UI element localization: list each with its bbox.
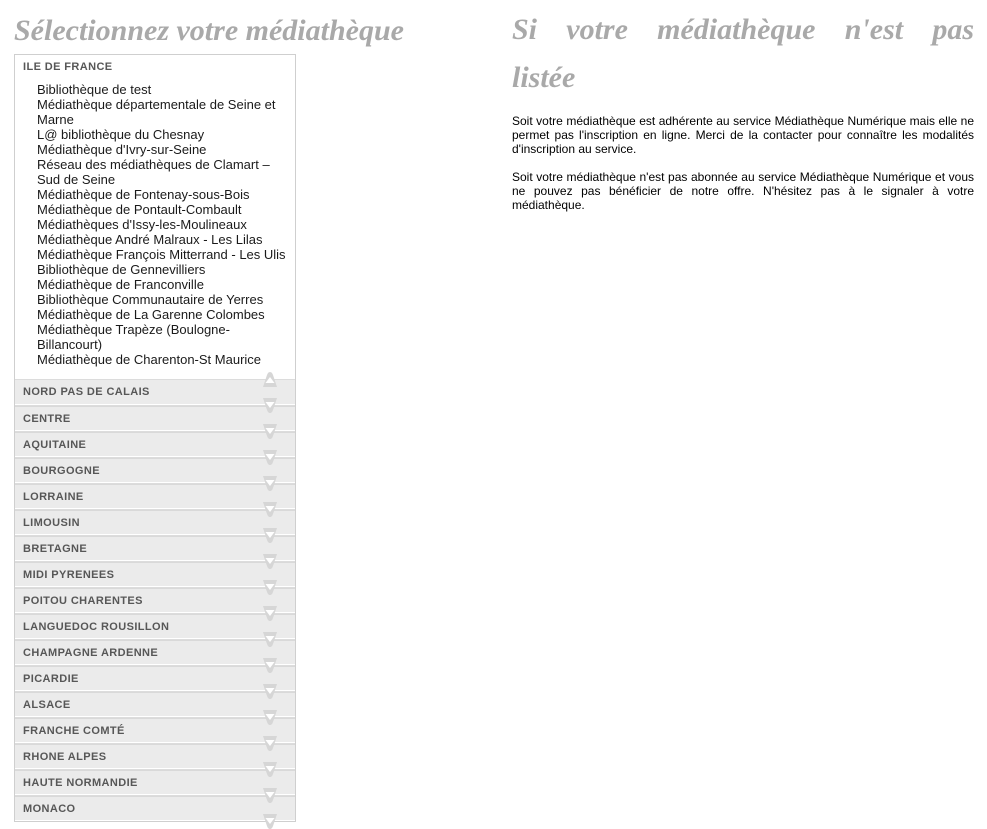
accordion-section-bourgogne: BOURGOGNE	[15, 457, 295, 491]
accordion-section-picardie: PICARDIE	[15, 665, 295, 699]
region-accordion: ILE DE FRANCE Bibliothèque de test Média…	[14, 54, 296, 829]
list-item[interactable]: Bibliothèque de test	[37, 82, 289, 97]
accordion-section-lorraine: LORRAINE	[15, 483, 295, 517]
list-item[interactable]: Médiathèque François Mitterrand - Les Ul…	[37, 247, 289, 262]
page-title-not-listed-line1: Si votre médiathèque n'est pas	[512, 13, 974, 46]
chevron-down-icon[interactable]	[255, 736, 285, 751]
chevron-down-icon[interactable]	[255, 476, 285, 491]
accordion-section-monaco: MONACO	[15, 795, 295, 829]
chevron-down-icon[interactable]	[255, 424, 285, 439]
explanation-paragraph-1: Soit votre médiathèque est adhérente au …	[512, 114, 974, 156]
chevron-up-icon[interactable]	[255, 372, 285, 387]
accordion-header-nord-pas-de-calais[interactable]: NORD PAS DE CALAIS	[15, 380, 295, 405]
page-title-not-listed: Si votre médiathèque n'est pas listée	[512, 0, 974, 102]
library-link[interactable]: Médiathèque François Mitterrand - Les Ul…	[37, 247, 286, 262]
accordion-header-bourgogne[interactable]: BOURGOGNE	[15, 458, 295, 483]
library-link[interactable]: Réseau des médiathèques de Clamart – Sud…	[37, 157, 270, 187]
list-item[interactable]: Médiathèque de La Garenne Colombes	[37, 307, 289, 322]
accordion-section-alsace: ALSACE	[15, 691, 295, 725]
not-listed-explanation: Soit votre médiathèque est adhérente au …	[512, 102, 974, 212]
library-link[interactable]: Médiathèque départementale de Seine et M…	[37, 97, 276, 127]
accordion-section-rhone-alpes: RHONE ALPES	[15, 743, 295, 777]
library-link[interactable]: Médiathèque de Charenton-St Maurice	[37, 352, 261, 367]
chevron-down-icon[interactable]	[255, 814, 285, 829]
list-item[interactable]: Médiathèque d'Ivry-sur-Seine	[37, 142, 289, 157]
accordion-header-centre[interactable]: CENTRE	[15, 406, 295, 431]
list-item[interactable]: Médiathèque André Malraux - Les Lilas	[37, 232, 289, 247]
accordion-section-midi-pyrenees: MIDI PYRENEES	[15, 561, 295, 595]
chevron-down-icon[interactable]	[255, 606, 285, 621]
accordion-section-languedoc-rousillon: LANGUEDOC ROUSILLON	[15, 613, 295, 647]
page-title-select-library: Sélectionnez votre médiathèque	[14, 14, 404, 47]
accordion-body-ile-de-france: Bibliothèque de test Médiathèque départe…	[15, 80, 295, 369]
accordion-section-limousin: LIMOUSIN	[15, 509, 295, 543]
accordion-section-centre: CENTRE	[15, 405, 295, 439]
accordion-header-ile-de-france[interactable]: ILE DE FRANCE	[15, 55, 295, 80]
accordion-section-aquitaine: AQUITAINE	[15, 431, 295, 465]
library-link[interactable]: Bibliothèque de test	[37, 82, 151, 97]
left-column: Sélectionnez votre médiathèque ILE DE FR…	[14, 0, 404, 829]
accordion-header-alsace[interactable]: ALSACE	[15, 692, 295, 717]
chevron-down-icon[interactable]	[255, 710, 285, 725]
accordion-header-midi-pyrenees[interactable]: MIDI PYRENEES	[15, 562, 295, 587]
accordion-header-poitou-charentes[interactable]: POITOU CHARENTES	[15, 588, 295, 613]
accordion-section-nord-pas-de-calais: NORD PAS DE CALAIS	[15, 379, 295, 413]
list-item[interactable]: Médiathèque Trapèze (Boulogne-Billancour…	[37, 322, 289, 352]
accordion-section-haute-normandie: HAUTE NORMANDIE	[15, 769, 295, 803]
library-link[interactable]: Médiathèques d'Issy-les-Moulineaux	[37, 217, 247, 232]
library-link[interactable]: Médiathèque de Fontenay-sous-Bois	[37, 187, 249, 202]
explanation-paragraph-2: Soit votre médiathèque n'est pas abonnée…	[512, 170, 974, 212]
list-item[interactable]: Médiathèque de Pontault-Combault	[37, 202, 289, 217]
page-title-not-listed-line2: listée	[512, 61, 576, 94]
accordion-header-rhone-alpes[interactable]: RHONE ALPES	[15, 744, 295, 769]
chevron-down-icon[interactable]	[255, 632, 285, 647]
list-item[interactable]: Médiathèque départementale de Seine et M…	[37, 97, 289, 127]
library-link[interactable]: Médiathèque d'Ivry-sur-Seine	[37, 142, 206, 157]
chevron-down-icon[interactable]	[255, 450, 285, 465]
accordion-section-poitou-charentes: POITOU CHARENTES	[15, 587, 295, 621]
library-link[interactable]: Bibliothèque de Gennevilliers	[37, 262, 205, 277]
list-item[interactable]: L@ bibliothèque du Chesnay	[37, 127, 289, 142]
list-item[interactable]: Médiathèques d'Issy-les-Moulineaux	[37, 217, 289, 232]
accordion-header-franche-comte[interactable]: FRANCHE COMTÉ	[15, 718, 295, 743]
accordion-section-franche-comte: FRANCHE COMTÉ	[15, 717, 295, 751]
chevron-down-icon[interactable]	[255, 502, 285, 517]
accordion-header-bretagne[interactable]: BRETAGNE	[15, 536, 295, 561]
list-item[interactable]: Médiathèque de Charenton-St Maurice	[37, 352, 289, 367]
list-item[interactable]: Médiathèque de Franconville	[37, 277, 289, 292]
library-link[interactable]: Médiathèque André Malraux - Les Lilas	[37, 232, 262, 247]
chevron-down-icon[interactable]	[255, 580, 285, 595]
library-link[interactable]: Médiathèque Trapèze (Boulogne-Billancour…	[37, 322, 230, 352]
list-item[interactable]: Médiathèque de Fontenay-sous-Bois	[37, 187, 289, 202]
chevron-down-icon[interactable]	[255, 762, 285, 777]
accordion-header-monaco[interactable]: MONACO	[15, 796, 295, 821]
chevron-down-icon[interactable]	[255, 684, 285, 699]
accordion-section-bretagne: BRETAGNE	[15, 535, 295, 569]
accordion-section-ile-de-france: ILE DE FRANCE Bibliothèque de test Média…	[15, 55, 295, 387]
accordion-header-lorraine[interactable]: LORRAINE	[15, 484, 295, 509]
chevron-down-icon[interactable]	[255, 528, 285, 543]
library-link[interactable]: Bibliothèque Communautaire de Yerres	[37, 292, 263, 307]
accordion-header-haute-normandie[interactable]: HAUTE NORMANDIE	[15, 770, 295, 795]
list-item[interactable]: Bibliothèque de Gennevilliers	[37, 262, 289, 277]
accordion-section-champagne-ardenne: CHAMPAGNE ARDENNE	[15, 639, 295, 673]
chevron-down-icon[interactable]	[255, 398, 285, 413]
chevron-down-icon[interactable]	[255, 788, 285, 803]
accordion-header-aquitaine[interactable]: AQUITAINE	[15, 432, 295, 457]
library-link[interactable]: Médiathèque de La Garenne Colombes	[37, 307, 265, 322]
library-link[interactable]: Médiathèque de Pontault-Combault	[37, 202, 242, 217]
library-link[interactable]: Médiathèque de Franconville	[37, 277, 204, 292]
accordion-header-languedoc-rousillon[interactable]: LANGUEDOC ROUSILLON	[15, 614, 295, 639]
right-column: Si votre médiathèque n'est pas listée So…	[512, 0, 974, 212]
accordion-header-limousin[interactable]: LIMOUSIN	[15, 510, 295, 535]
library-link[interactable]: L@ bibliothèque du Chesnay	[37, 127, 204, 142]
accordion-header-picardie[interactable]: PICARDIE	[15, 666, 295, 691]
list-item[interactable]: Bibliothèque Communautaire de Yerres	[37, 292, 289, 307]
chevron-down-icon[interactable]	[255, 658, 285, 673]
list-item[interactable]: Réseau des médiathèques de Clamart – Sud…	[37, 157, 289, 187]
chevron-down-icon[interactable]	[255, 554, 285, 569]
accordion-header-champagne-ardenne[interactable]: CHAMPAGNE ARDENNE	[15, 640, 295, 665]
